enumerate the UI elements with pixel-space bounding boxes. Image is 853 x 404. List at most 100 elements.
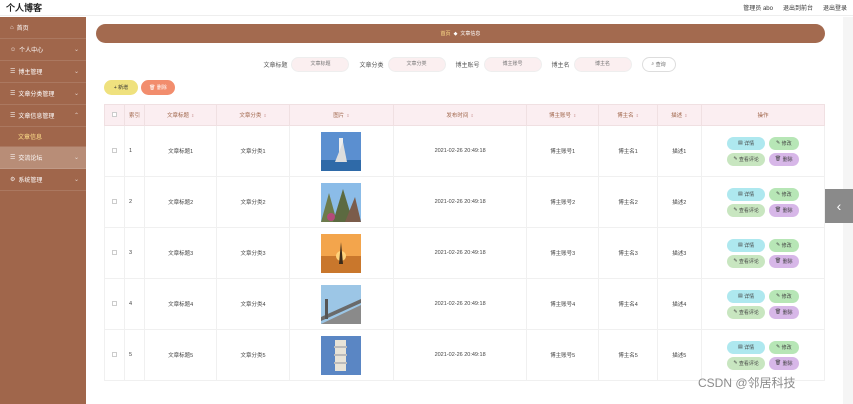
select-all-checkbox[interactable]: [104, 104, 125, 126]
detail-button[interactable]: ▤ 详情: [727, 340, 765, 354]
detail-button[interactable]: ▤ 详情: [727, 187, 765, 201]
user-icon: ☺: [10, 46, 17, 53]
chevron-up-icon: ⌃: [73, 113, 79, 119]
batch-delete-button[interactable]: 🗑 删除: [141, 80, 175, 95]
row-checkbox[interactable]: [104, 227, 125, 279]
sidebar-item-home[interactable]: ⌂ 首页: [0, 17, 86, 39]
row-checkbox[interactable]: [104, 278, 125, 330]
trash-icon: 🗑: [774, 156, 782, 162]
breadcrumb-home[interactable]: 首页: [441, 30, 451, 37]
doc-icon: ▤: [738, 293, 743, 299]
edit-button[interactable]: ✎ 修改: [768, 136, 799, 150]
breadcrumb-current: 文章信息: [460, 31, 481, 37]
col-account[interactable]: 博主账号 ⇕: [525, 104, 600, 126]
col-title[interactable]: 文章标题 ⇕: [143, 104, 218, 126]
trash-icon: 🗑: [149, 84, 156, 91]
detail-button[interactable]: ▤ 详情: [727, 136, 765, 150]
pencil-icon: ✎: [776, 140, 781, 146]
col-name[interactable]: 博主名 ⇕: [598, 104, 658, 126]
logout-link[interactable]: 退出登录: [823, 3, 847, 12]
chevron-down-icon: ⌄: [73, 91, 79, 97]
edit-button[interactable]: ✎ 修改: [768, 340, 799, 354]
sidebar-item-label: 文章分类管理: [18, 92, 55, 98]
row-actions: ▤ 详情 ✎ 修改 ✎ 查看评论 🗑 删除: [701, 176, 825, 228]
row-name: 博主名1: [598, 125, 658, 177]
title-filter-label: 文章标题: [263, 62, 288, 69]
row-title: 文章标题4: [143, 278, 218, 330]
row-category: 文章分类3: [216, 227, 290, 279]
view-comments-button[interactable]: ✎ 查看评论: [727, 305, 765, 319]
edit-button[interactable]: ✎ 修改: [768, 289, 799, 303]
title-filter-input[interactable]: [291, 56, 350, 72]
row-checkbox[interactable]: [104, 125, 125, 177]
delete-button[interactable]: 🗑 删除: [768, 203, 799, 217]
list-icon: ☰: [10, 69, 16, 75]
sidebar-item-profile[interactable]: ☺ 个人中心 ⌄: [0, 39, 86, 61]
account-filter-input[interactable]: [483, 56, 542, 72]
row-desc: 描述5: [656, 329, 703, 381]
col-time[interactable]: 发布时间 ⇕: [393, 104, 527, 126]
sort-icon: ⇕: [191, 113, 195, 118]
col-desc[interactable]: 描述 ⇕: [656, 104, 703, 126]
sidebar-item-forum[interactable]: ☰ 交流论坛 ⌄: [0, 147, 86, 169]
row-image: [288, 125, 395, 177]
sidebar-item-system[interactable]: ⚙ 系统管理 ⌄: [0, 169, 86, 191]
delete-button[interactable]: 🗑 删除: [768, 305, 799, 319]
back-to-frontend-link[interactable]: 退出到前台: [783, 3, 813, 12]
delete-button[interactable]: 🗑 删除: [768, 356, 799, 370]
delete-button[interactable]: 🗑 删除: [768, 254, 799, 268]
delete-button[interactable]: 🗑 删除: [768, 152, 799, 166]
batch-delete-label: 删除: [156, 85, 167, 91]
table-row: 1 文章标题1 文章分类1 2021-02-26 20:49:18 博主账号1 …: [104, 125, 825, 177]
main-content: 首页 ◆ 文章信息 文章标题 文章分类 博主账号 博主名 ⌕ 查询 + 新增 🗑…: [86, 17, 853, 404]
category-filter-label: 文章分类: [359, 62, 384, 69]
sidebar-item-article-mgmt[interactable]: ☰ 文章信息管理 ⌃: [0, 105, 86, 127]
name-filter-input[interactable]: [573, 56, 632, 72]
table-row: 3 文章标题3 文章分类3 2021-02-26 20:49:18 博主账号3 …: [104, 227, 825, 279]
table-row: 2 文章标题2 文章分类2 2021-02-26 20:49:18 博主账号2 …: [104, 176, 825, 228]
list-icon: ☰: [10, 91, 16, 97]
category-filter-input[interactable]: [387, 56, 446, 72]
sidebar-item-article-info[interactable]: 文章信息: [0, 127, 86, 147]
pencil-icon: ✎: [776, 242, 781, 248]
row-account: 博主账号5: [525, 329, 600, 381]
edit-button[interactable]: ✎ 修改: [768, 187, 799, 201]
sidebar-item-category[interactable]: ☰ 文章分类管理 ⌄: [0, 83, 86, 105]
sidebar-item-blogger[interactable]: ☰ 博主管理 ⌄: [0, 61, 86, 83]
pencil-icon: ✎: [776, 344, 781, 350]
top-bar: 个人博客 管理员 abo 退出到前台 退出登录: [0, 0, 853, 16]
col-index: 索引: [124, 104, 145, 126]
pencil-icon: ✎: [733, 258, 738, 264]
collapse-panel-handle[interactable]: ‹: [825, 189, 853, 223]
row-title: 文章标题5: [143, 329, 218, 381]
search-button[interactable]: ⌕ 查询: [641, 56, 676, 72]
row-checkbox[interactable]: [104, 329, 125, 381]
detail-button[interactable]: ▤ 详情: [727, 289, 765, 303]
row-image: [288, 329, 395, 381]
action-bar: + 新增 🗑 删除: [104, 80, 175, 95]
separator-icon: ◆: [453, 30, 458, 37]
add-button[interactable]: + 新增: [104, 80, 138, 95]
edit-button[interactable]: ✎ 修改: [768, 238, 799, 252]
list-icon: ☰: [10, 155, 16, 161]
detail-button[interactable]: ▤ 详情: [727, 238, 765, 252]
name-filter-label: 博主名: [551, 62, 570, 69]
view-comments-button[interactable]: ✎ 查看评论: [727, 356, 765, 370]
doc-icon: ▤: [738, 191, 743, 197]
row-checkbox[interactable]: [104, 176, 125, 228]
sort-icon: ⇕: [346, 113, 350, 118]
article-thumbnail: [321, 335, 362, 375]
view-comments-button[interactable]: ✎ 查看评论: [727, 152, 765, 166]
row-category: 文章分类4: [216, 278, 290, 330]
col-category[interactable]: 文章分类 ⇕: [216, 104, 290, 126]
watermark: CSDN @邻居科技: [698, 376, 796, 390]
row-account: 博主账号1: [525, 125, 600, 177]
pencil-icon: ✎: [733, 360, 738, 366]
row-time: 2021-02-26 20:49:18: [393, 278, 527, 330]
view-comments-button[interactable]: ✎ 查看评论: [727, 203, 765, 217]
row-time: 2021-02-26 20:49:18: [393, 125, 527, 177]
pencil-icon: ✎: [733, 309, 738, 315]
view-comments-button[interactable]: ✎ 查看评论: [727, 254, 765, 268]
admin-label: 管理员 abo: [743, 6, 773, 12]
col-image[interactable]: 图片 ⇕: [288, 104, 395, 126]
